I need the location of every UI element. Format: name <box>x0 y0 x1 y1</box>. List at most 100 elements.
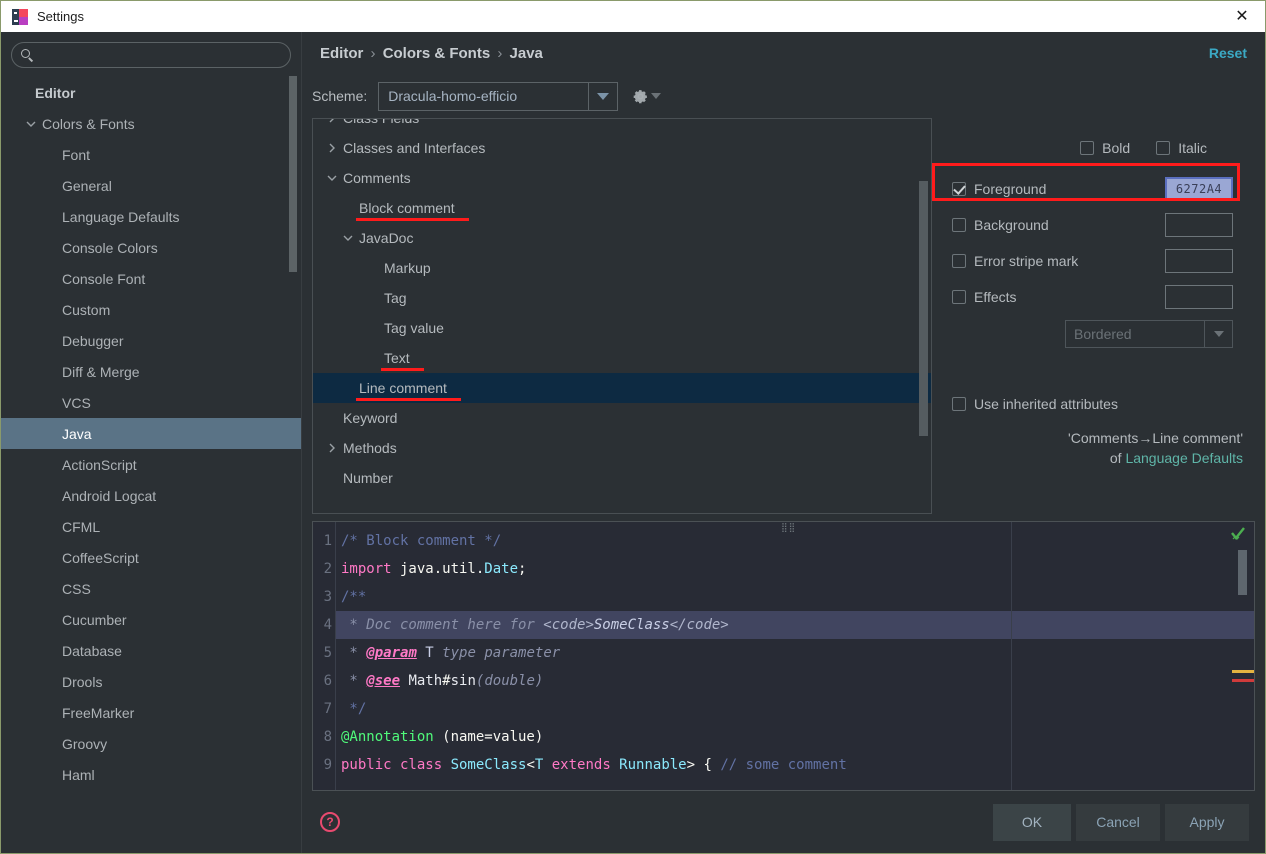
close-icon[interactable]: ✕ <box>1219 1 1265 32</box>
color-tree-item-line-comment[interactable]: Line comment <box>313 373 931 403</box>
sidebar-item-database[interactable]: Database <box>1 635 301 666</box>
error-stripe-mark-checkbox[interactable]: Error stripe mark <box>952 253 1165 269</box>
color-tree-item-tag[interactable]: Tag <box>313 283 931 313</box>
reset-button[interactable]: Reset <box>1209 45 1247 61</box>
breadcrumb-part[interactable]: Colors & Fonts <box>383 45 491 62</box>
chevron-down-icon[interactable] <box>25 119 36 129</box>
background-color-swatch[interactable] <box>1165 213 1233 237</box>
preview-code[interactable]: /* Block comment */ import java.util.Date… <box>335 522 1011 790</box>
background-label: Background <box>974 217 1049 233</box>
color-tree-item-class-fields[interactable]: Class Fields <box>313 119 931 133</box>
code-token: sin <box>450 673 476 689</box>
error-stripe-mark-checkbox-box[interactable] <box>952 254 966 268</box>
search-input[interactable] <box>34 47 290 63</box>
sidebar-item-css[interactable]: CSS <box>1 573 301 604</box>
sidebar-item-cucumber[interactable]: Cucumber <box>1 604 301 635</box>
color-tree-scrollbar[interactable] <box>919 181 928 436</box>
sidebar-item-cfml[interactable]: CFML <box>1 511 301 542</box>
italic-checkbox[interactable]: Italic <box>1156 140 1207 156</box>
effect-type-select[interactable]: Bordered <box>1065 320 1233 348</box>
color-tree-item-label: Tag <box>384 290 407 306</box>
bold-checkbox-box[interactable] <box>1080 141 1095 155</box>
sidebar-item-custom[interactable]: Custom <box>1 294 301 325</box>
scheme-settings-button[interactable] <box>632 88 662 105</box>
chevron-right-icon[interactable] <box>327 119 339 123</box>
sidebar-item-freemarker[interactable]: FreeMarker <box>1 697 301 728</box>
chevron-down-icon[interactable] <box>327 173 339 183</box>
scheme-select[interactable]: Dracula-homo-efficio <box>378 81 619 111</box>
error-stripe-mark[interactable] <box>1232 679 1254 682</box>
italic-checkbox-box[interactable] <box>1156 141 1171 155</box>
bold-checkbox[interactable]: Bold <box>1080 140 1130 156</box>
sidebar-item-drools[interactable]: Drools <box>1 666 301 697</box>
chevron-down-icon[interactable] <box>343 233 355 243</box>
sidebar-item-label: CoffeeScript <box>62 549 139 566</box>
ok-button[interactable]: OK <box>993 803 1071 841</box>
color-tree-item-comments[interactable]: Comments <box>313 163 931 193</box>
sidebar-item-console-colors[interactable]: Console Colors <box>1 232 301 263</box>
background-checkbox[interactable]: Background <box>952 217 1165 233</box>
breadcrumb-part[interactable]: Java <box>510 45 543 62</box>
effects-checkbox-box[interactable] <box>952 290 966 304</box>
color-tree-item-methods[interactable]: Methods <box>313 433 931 463</box>
sidebar-item-groovy[interactable]: Groovy <box>1 728 301 759</box>
color-tree-item-tag-value[interactable]: Tag value <box>313 313 931 343</box>
color-tree-item-javadoc[interactable]: JavaDoc <box>313 223 931 253</box>
help-question-icon[interactable]: ? <box>320 812 340 832</box>
code-preview[interactable]: ⣿⣿ 1 2 3 4 5 6 7 8 9 /* Block comment */ import j… <box>312 521 1255 791</box>
sidebar-item-colors-fonts[interactable]: Colors & Fonts <box>1 108 301 139</box>
sidebar-item-language-defaults[interactable]: Language Defaults <box>1 201 301 232</box>
color-tree-item-markup[interactable]: Markup <box>313 253 931 283</box>
sidebar-scrollbar[interactable] <box>289 76 297 272</box>
effects-checkbox[interactable]: Effects <box>952 289 1165 305</box>
background-checkbox-box[interactable] <box>952 218 966 232</box>
use-inherited-checkbox[interactable]: Use inherited attributes <box>952 396 1118 412</box>
sidebar-item-diff-merge[interactable]: Diff & Merge <box>1 356 301 387</box>
color-tree-item-keyword[interactable]: Keyword <box>313 403 931 433</box>
effects-color-swatch[interactable] <box>1165 285 1233 309</box>
attribute-row-effects: Effects <box>952 282 1245 312</box>
settings-dialog: Settings ✕ Editor Colors & Fonts Font Gener… <box>0 0 1266 854</box>
apply-button[interactable]: Apply <box>1165 803 1249 841</box>
foreground-checkbox[interactable]: Foreground <box>952 181 1165 197</box>
sidebar-item-debugger[interactable]: Debugger <box>1 325 301 356</box>
code-line: /* Block comment */ <box>336 527 1011 555</box>
sidebar-item-font[interactable]: Font <box>1 139 301 170</box>
chevron-right-icon[interactable] <box>327 443 339 453</box>
settings-category-tree[interactable]: Editor Colors & Fonts Font General Language … <box>1 77 301 853</box>
color-settings-tree[interactable]: Class Fields Classes and Interfaces Commen… <box>313 119 931 493</box>
code-token: > { <box>686 757 721 773</box>
inspection-ok-checkmark-icon[interactable] <box>1230 527 1246 543</box>
color-tree-item-block-comment[interactable]: Block comment <box>313 193 931 223</box>
sidebar-item-java[interactable]: Java <box>1 418 301 449</box>
language-defaults-link[interactable]: Language Defaults <box>1125 450 1243 466</box>
sidebar-item-coffeescript[interactable]: CoffeeScript <box>1 542 301 573</box>
sidebar-item-haml[interactable]: Haml <box>1 759 301 790</box>
color-tree-item-number[interactable]: Number <box>313 463 931 493</box>
cancel-button[interactable]: Cancel <box>1076 803 1160 841</box>
sidebar-item-editor[interactable]: Editor <box>1 77 301 108</box>
sidebar-item-vcs[interactable]: VCS <box>1 387 301 418</box>
warning-stripe-mark[interactable] <box>1232 670 1254 673</box>
code-line: * @param T type parameter <box>336 639 1011 667</box>
sidebar-item-android-logcat[interactable]: Android Logcat <box>1 480 301 511</box>
breadcrumb-part[interactable]: Editor <box>320 45 363 62</box>
color-tree-item-classes-and-interfaces[interactable]: Classes and Interfaces <box>313 133 931 163</box>
line-number: 5 <box>323 645 332 661</box>
search-box[interactable] <box>11 42 291 68</box>
foreground-checkbox-box[interactable] <box>952 182 966 196</box>
chevron-right-icon[interactable] <box>327 143 339 153</box>
use-inherited-checkbox-box[interactable] <box>952 397 966 411</box>
chevron-down-icon[interactable] <box>1204 321 1232 347</box>
sidebar-item-label: Language Defaults <box>62 208 180 225</box>
color-tree-item-text[interactable]: Text <box>313 343 931 373</box>
error-stripe-mark-color-swatch[interactable] <box>1165 249 1233 273</box>
sidebar-item-actionscript[interactable]: ActionScript <box>1 449 301 480</box>
foreground-color-swatch[interactable]: 6272A4 <box>1165 177 1233 201</box>
preview-scrollbar[interactable] <box>1238 550 1247 595</box>
splitter-handle[interactable]: ⣿⣿ <box>781 522 796 533</box>
breadcrumb: Editor › Colors & Fonts › Java <box>320 45 1209 62</box>
sidebar-item-general[interactable]: General <box>1 170 301 201</box>
sidebar-item-console-font[interactable]: Console Font <box>1 263 301 294</box>
chevron-down-icon[interactable] <box>588 82 617 110</box>
